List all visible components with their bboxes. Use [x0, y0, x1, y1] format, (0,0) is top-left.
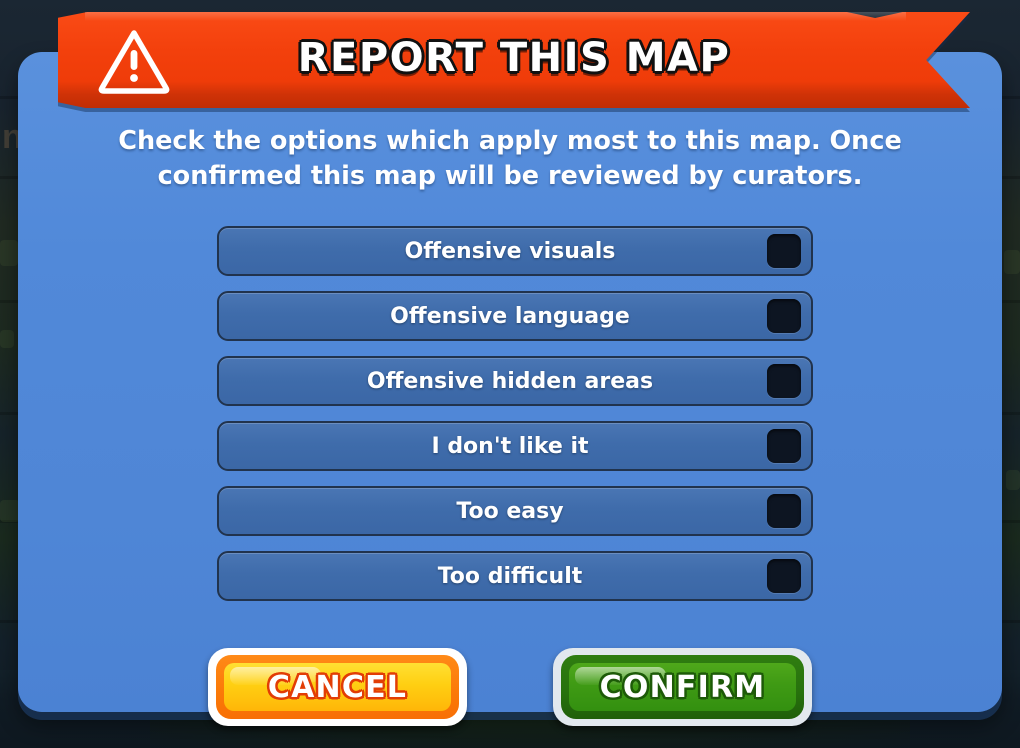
option-label: Too difficult — [437, 563, 583, 589]
option-label: Too easy — [456, 498, 564, 524]
option-label: Offensive visuals — [404, 238, 616, 264]
option-checkbox[interactable] — [767, 494, 801, 528]
option-checkbox[interactable] — [767, 364, 801, 398]
cancel-button-face — [224, 663, 451, 711]
dialog-actions: CANCEL CONFIRM — [0, 648, 1020, 726]
report-map-dialog: Check the options which apply most to th… — [18, 52, 1002, 712]
dialog-instructions: Check the options which apply most to th… — [118, 126, 902, 191]
option-label: Offensive language — [390, 303, 630, 329]
option-row-i-dont-like-it[interactable]: I don't like it — [217, 421, 813, 471]
game-screen: n Check the options which apply most to … — [0, 0, 1020, 748]
option-row-too-difficult[interactable]: Too difficult — [217, 551, 813, 601]
cancel-button[interactable]: CANCEL — [208, 648, 467, 726]
option-label: I don't like it — [431, 433, 589, 459]
dialog-header-ribbon: REPORT THIS MAP — [58, 12, 970, 108]
option-row-too-easy[interactable]: Too easy — [217, 486, 813, 536]
option-row-offensive-visuals[interactable]: Offensive visuals — [217, 226, 813, 276]
option-checkbox[interactable] — [767, 234, 801, 268]
dialog-title: REPORT THIS MAP — [297, 35, 731, 81]
confirm-button-gloss — [575, 667, 666, 686]
cancel-button-gloss — [230, 667, 321, 686]
option-checkbox[interactable] — [767, 559, 801, 593]
option-label: Offensive hidden areas — [366, 368, 654, 394]
option-row-offensive-language[interactable]: Offensive language — [217, 291, 813, 341]
report-options-list: Offensive visuals Offensive language Off… — [217, 226, 813, 616]
confirm-button[interactable]: CONFIRM — [553, 648, 812, 726]
option-checkbox[interactable] — [767, 299, 801, 333]
confirm-button-face — [569, 663, 796, 711]
option-row-offensive-hidden-areas[interactable]: Offensive hidden areas — [217, 356, 813, 406]
option-checkbox[interactable] — [767, 429, 801, 463]
